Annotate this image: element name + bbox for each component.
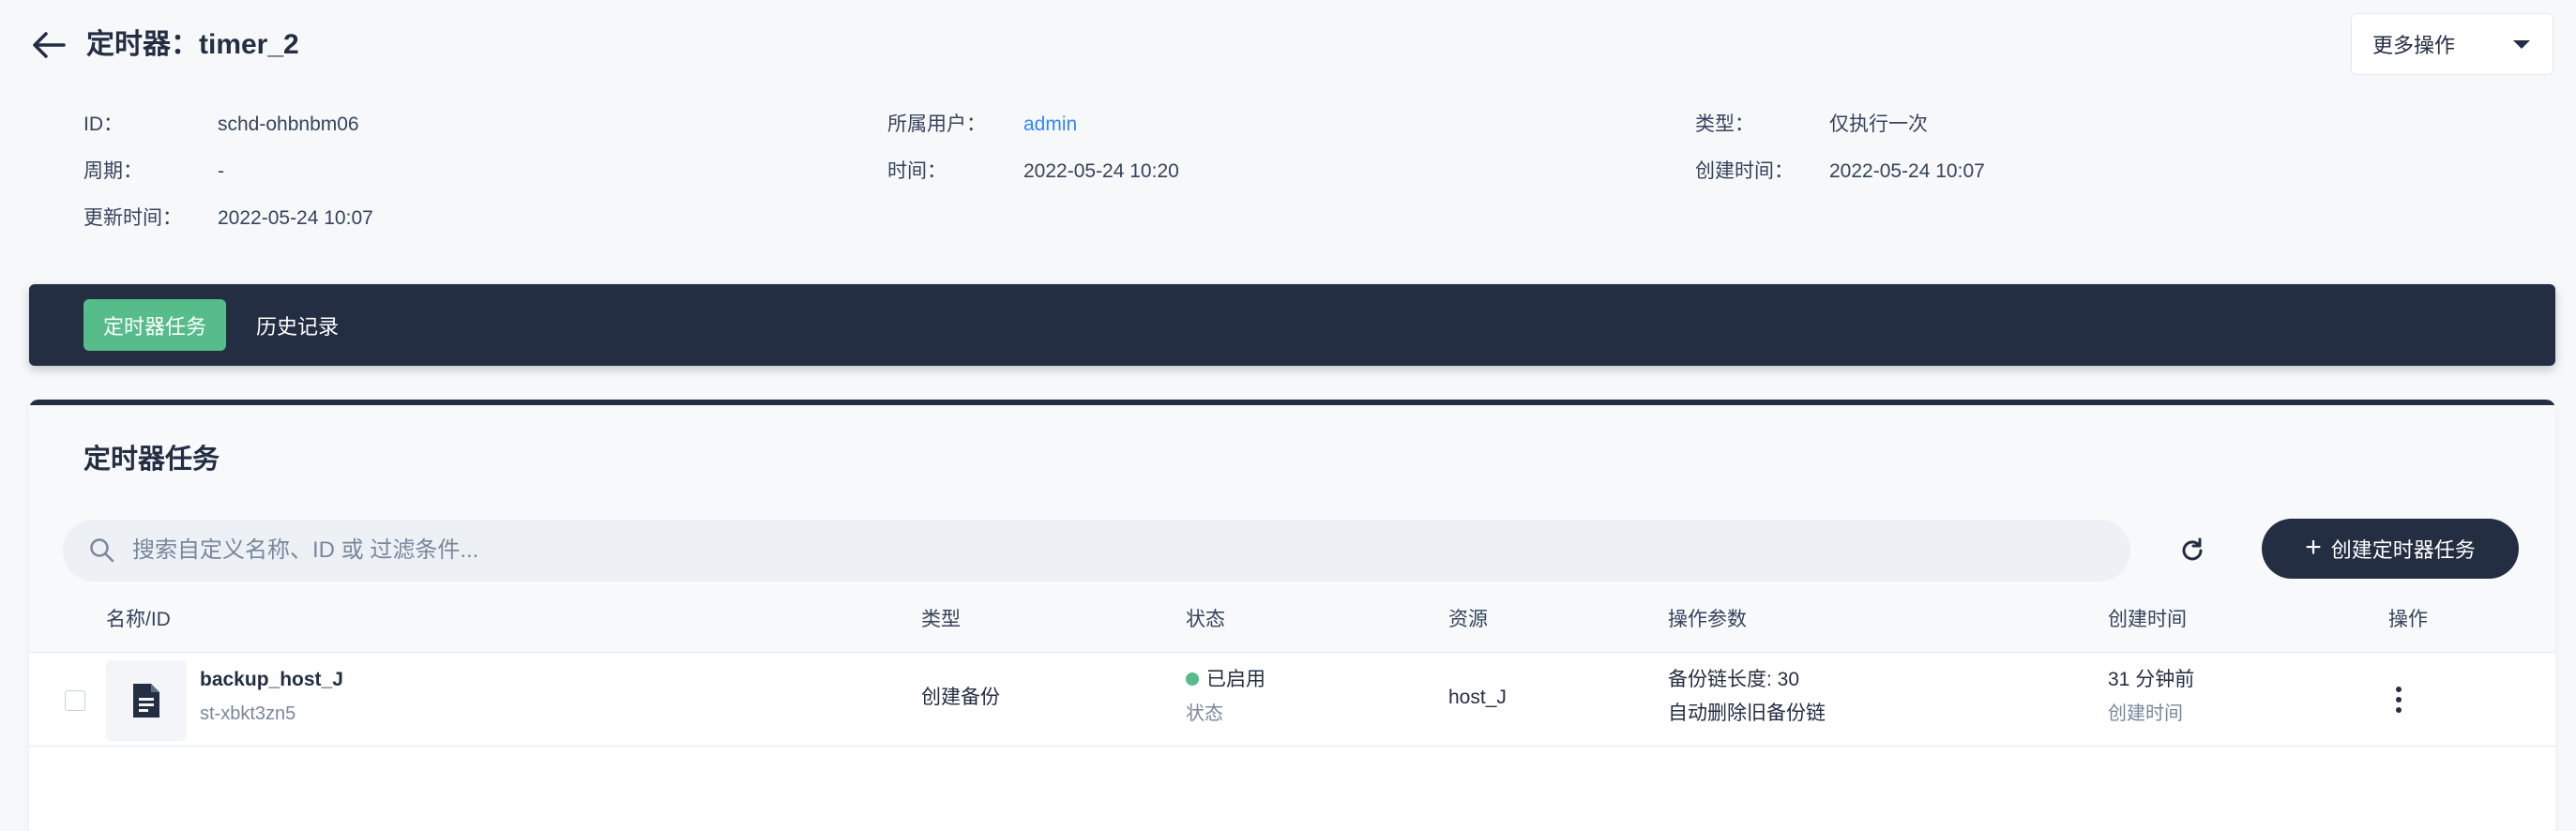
- created-caption: 创建时间: [2108, 703, 2183, 724]
- task-created: 31 分钟前: [2108, 669, 2195, 690]
- status-badge: 已启用: [1186, 666, 1265, 694]
- card-title: 定时器任务: [83, 445, 220, 475]
- tab-timer-tasks[interactable]: 定时器任务: [83, 299, 226, 351]
- type-label: 类型：: [1695, 113, 1754, 135]
- status-caption: 状态: [1186, 703, 1223, 724]
- task-type: 创建备份: [921, 687, 1000, 708]
- task-icon-box: [106, 660, 187, 741]
- status-dot-icon: [1186, 672, 1199, 686]
- param-auto-delete: 自动删除旧备份链: [1668, 703, 1826, 724]
- search-bar[interactable]: [63, 520, 2130, 582]
- tab-history[interactable]: 历史记录: [243, 299, 352, 351]
- column-header-params: 操作参数: [1668, 609, 1747, 630]
- column-header-actions: 操作: [2388, 609, 2428, 630]
- updated-value: 2022-05-24 10:07: [218, 207, 373, 229]
- arrow-left-icon: [33, 32, 66, 58]
- tab-bar: 定时器任务 历史记录: [29, 284, 2555, 366]
- time-value: 2022-05-24 10:20: [1023, 160, 1179, 182]
- search-input[interactable]: [132, 537, 2008, 564]
- id-label: ID：: [83, 113, 123, 135]
- owner-label: 所属用户：: [887, 113, 986, 135]
- back-button[interactable]: [28, 26, 69, 64]
- owner-link[interactable]: admin: [1023, 111, 1077, 139]
- period-label: 周期：: [83, 160, 143, 182]
- row-checkbox[interactable]: [65, 690, 85, 711]
- task-id: st-xbkt3zn5: [200, 703, 296, 724]
- id-value: schd-ohbnbm06: [218, 113, 359, 135]
- time-label: 时间：: [887, 160, 947, 182]
- task-resource: host_J: [1448, 687, 1507, 708]
- caret-down-icon: [2513, 39, 2530, 49]
- type-value: 仅执行一次: [1829, 113, 1928, 135]
- refresh-icon: [2182, 537, 2203, 561]
- create-timer-task-label: 创建定时器任务: [2330, 538, 2476, 562]
- page-title: 定时器：timer_2: [86, 29, 299, 60]
- more-vertical-icon[interactable]: [2380, 681, 2417, 718]
- created-label: 创建时间：: [1695, 160, 1794, 182]
- refresh-button[interactable]: [2170, 528, 2215, 573]
- column-header-status: 状态: [1186, 609, 1225, 630]
- column-header-name: 名称/ID: [106, 609, 171, 630]
- timer-tasks-card: 定时器任务 + 创建定时器任务 名称/ID 类型 状态 资源 操作参数 创建时间…: [29, 400, 2555, 831]
- updated-label: 更新时间：: [83, 207, 182, 229]
- table-row[interactable]: backup_host_J st-xbkt3zn5 创建备份 已启用 状态 ho…: [29, 653, 2555, 747]
- more-actions-dropdown[interactable]: 更多操作: [2351, 13, 2553, 75]
- document-icon: [133, 684, 159, 718]
- column-header-type: 类型: [921, 609, 961, 630]
- create-timer-task-button[interactable]: + 创建定时器任务: [2262, 519, 2519, 579]
- more-actions-label: 更多操作: [2372, 34, 2456, 57]
- period-value: -: [218, 160, 224, 182]
- plus-icon: +: [2305, 532, 2322, 563]
- task-name[interactable]: backup_host_J: [200, 666, 343, 694]
- created-value: 2022-05-24 10:07: [1829, 160, 1985, 182]
- param-chain-length: 备份链长度: 30: [1668, 669, 1800, 690]
- status-text: 已启用: [1206, 669, 1265, 690]
- column-header-resource: 资源: [1448, 609, 1488, 630]
- search-icon: [90, 538, 114, 563]
- column-header-created: 创建时间: [2108, 609, 2187, 630]
